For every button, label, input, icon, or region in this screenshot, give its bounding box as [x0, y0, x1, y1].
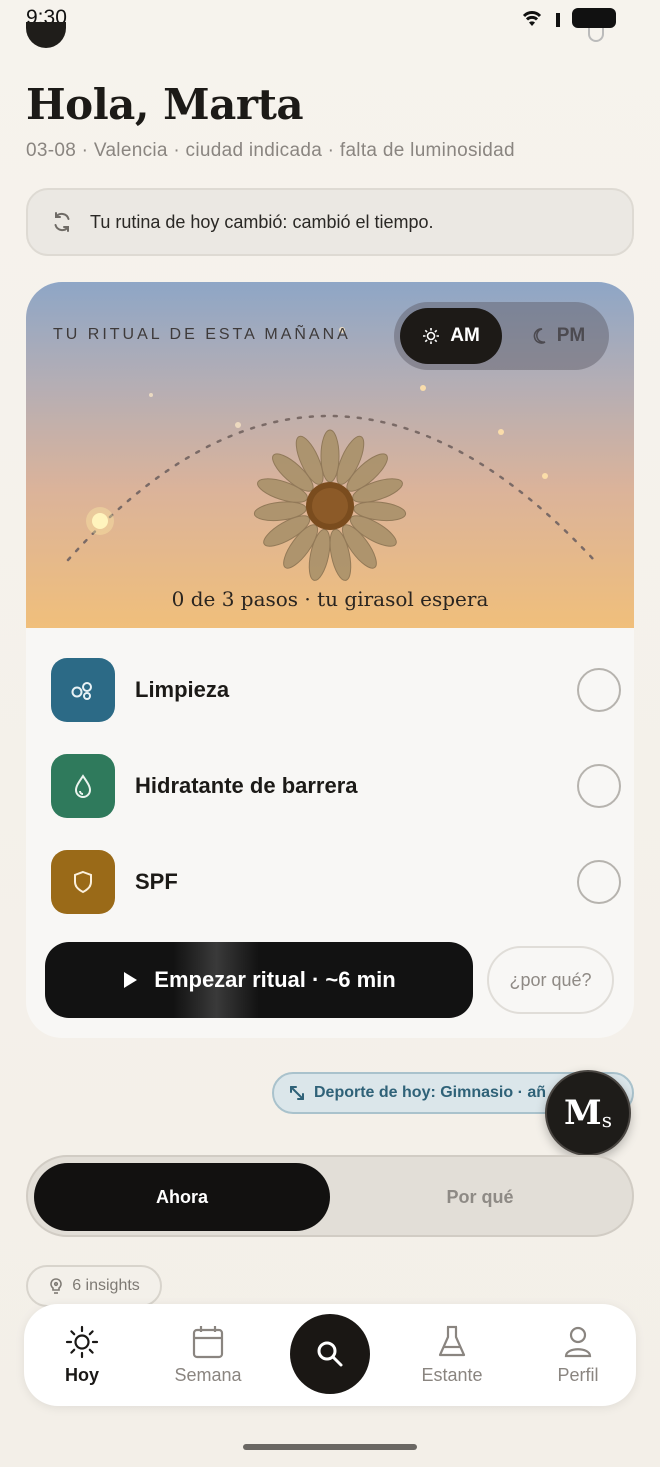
segment-por-que[interactable]: Por qué	[332, 1163, 628, 1231]
step-item-spf[interactable]: SPF	[51, 850, 621, 914]
signal-icon	[556, 13, 560, 27]
am-toggle[interactable]: AM	[400, 308, 502, 364]
ritual-card: TU RITUAL DE ESTA MAÑANA AM PM 0 de 3 pa…	[26, 282, 634, 1038]
now-why-segmented-control: Ahora Por qué	[26, 1155, 634, 1237]
tab-label: Semana	[174, 1364, 242, 1385]
moon-icon	[533, 328, 546, 344]
tab-label: Estante	[421, 1364, 483, 1385]
am-label: AM	[450, 325, 480, 346]
status-icons	[520, 8, 616, 28]
bubbles-icon	[51, 658, 115, 722]
refresh-icon	[54, 212, 70, 232]
status-bar: 9:30	[0, 0, 660, 38]
step-label: Limpieza	[135, 677, 230, 702]
lightbulb-icon	[50, 1278, 62, 1294]
calendar-icon	[192, 1325, 224, 1358]
play-icon	[124, 972, 138, 988]
am-pm-toggle: AM PM	[394, 302, 609, 370]
sun-small-icon	[423, 328, 440, 344]
tab-perfil[interactable]: Perfil	[523, 1304, 633, 1406]
sky-illustration: TU RITUAL DE ESTA MAÑANA AM PM 0 de 3 pa…	[26, 282, 634, 628]
home-indicator[interactable]	[243, 1444, 417, 1450]
start-ritual-button[interactable]: Empezar ritual · ~6 min	[45, 942, 473, 1018]
step-checkbox[interactable]	[577, 860, 621, 904]
tab-label: Perfil	[557, 1364, 599, 1385]
menu-button[interactable]	[26, 22, 66, 48]
step-item-limpieza[interactable]: Limpieza	[51, 658, 621, 722]
ritual-label: TU RITUAL DE ESTA MAÑANA	[53, 326, 351, 343]
wifi-icon	[522, 11, 542, 26]
tab-hoy[interactable]: Hoy	[27, 1304, 137, 1406]
insights-label: 6 insights	[72, 1277, 140, 1294]
sunflower-icon	[253, 429, 407, 581]
insights-chip[interactable]: 6 insights	[26, 1265, 162, 1307]
step-label: SPF	[135, 869, 178, 894]
sun-icon	[65, 1325, 99, 1358]
step-checkbox[interactable]	[577, 668, 621, 712]
notice-text: Tu rutina de hoy cambió: cambió el tiemp…	[90, 211, 434, 232]
step-item-hidratante[interactable]: Hidratante de barrera	[51, 754, 621, 818]
search-icon	[317, 1341, 343, 1367]
step-label: Hidratante de barrera	[135, 773, 358, 798]
battery-icon	[572, 8, 616, 28]
shield-icon	[51, 850, 115, 914]
step-checkbox[interactable]	[577, 764, 621, 808]
tab-semana[interactable]: Semana	[153, 1304, 263, 1406]
assistant-avatar-button[interactable]: Ms	[545, 1070, 631, 1156]
routine-change-notice[interactable]: Tu rutina de hoy cambió: cambió el tiemp…	[26, 188, 634, 256]
pm-toggle[interactable]: PM	[512, 308, 604, 364]
page-title: Hola, Marta	[26, 80, 304, 129]
search-button[interactable]	[290, 1314, 370, 1394]
ritual-progress-text: 0 de 3 pasos · tu girasol espera	[171, 587, 489, 611]
expand-icon	[290, 1086, 304, 1100]
avatar-suffix: s	[601, 1108, 612, 1132]
pm-label: PM	[556, 325, 586, 346]
tab-estante[interactable]: Estante	[397, 1304, 507, 1406]
sport-chip-text: Deporte de hoy: Gimnasio · añ	[314, 1084, 547, 1101]
flask-icon	[438, 1325, 466, 1356]
settings-icon[interactable]	[588, 28, 604, 42]
segment-ahora[interactable]: Ahora	[34, 1163, 330, 1231]
tab-label: Hoy	[64, 1364, 99, 1385]
page-subtitle: 03-08 · Valencia · ciudad indicada · fal…	[26, 140, 515, 161]
start-ritual-label: Empezar ritual · ~6 min	[154, 967, 396, 992]
droplet-icon	[51, 754, 115, 818]
bottom-tab-bar: Hoy Semana Estante Perfil	[24, 1304, 636, 1406]
avatar-initial: M	[564, 1093, 602, 1133]
why-button[interactable]: ¿por qué?	[487, 946, 614, 1014]
user-icon	[564, 1326, 592, 1357]
